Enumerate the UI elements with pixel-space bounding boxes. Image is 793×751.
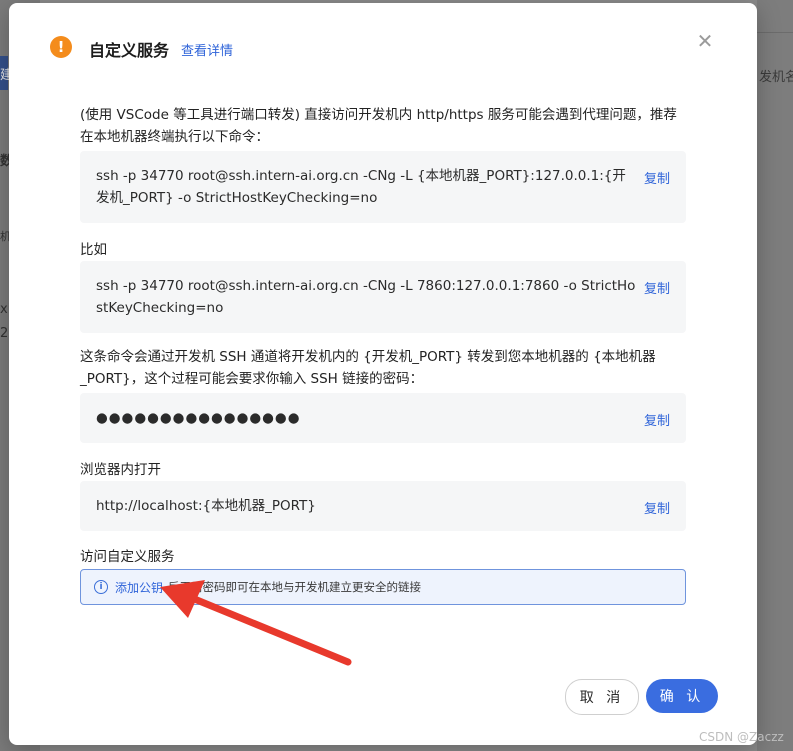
info-icon: i xyxy=(94,580,108,594)
dialog-title: 自定义服务 xyxy=(89,41,170,60)
password-box: ●●●●●●●●●●●●●●●● 复制 xyxy=(80,393,686,443)
browser-url-text: http://localhost:{本地机器_PORT} xyxy=(96,498,316,514)
warning-icon: ! xyxy=(50,36,72,58)
copy-url-button[interactable]: 复制 xyxy=(644,498,670,517)
public-key-info-banner: i 添加公钥 后无需密码即可在本地与开发机建立更安全的链接 xyxy=(80,569,686,605)
example-command-box: ssh -p 34770 root@ssh.intern-ai.org.cn -… xyxy=(80,261,686,333)
watermark: CSDN @Zaczz xyxy=(699,730,784,744)
background-fragment: 发机名 xyxy=(759,70,793,85)
view-details-link[interactable]: 查看详情 xyxy=(181,40,233,59)
copy-password-button[interactable]: 复制 xyxy=(644,410,670,429)
password-text: ●●●●●●●●●●●●●●●● xyxy=(96,410,301,426)
example-label: 比如 xyxy=(80,242,107,258)
custom-service-dialog: ! 自定义服务 查看详情 ✕ (使用 VSCode 等工具进行端口转发) 直接访… xyxy=(9,3,757,745)
cancel-button[interactable]: 取 消 xyxy=(565,679,639,715)
info-text: 后无需密码即可在本地与开发机建立更安全的链接 xyxy=(168,580,421,594)
background-right-panel: 发机名 xyxy=(757,0,793,751)
copy-command-button[interactable]: 复制 xyxy=(644,168,670,187)
browser-label: 浏览器内打开 xyxy=(80,462,161,478)
example-command-text: ssh -p 34770 root@ssh.intern-ai.org.cn -… xyxy=(96,278,636,316)
copy-example-button[interactable]: 复制 xyxy=(644,278,670,297)
command-box: ssh -p 34770 root@ssh.intern-ai.org.cn -… xyxy=(80,151,686,223)
intro-text: (使用 VSCode 等工具进行端口转发) 直接访问开发机内 http/http… xyxy=(80,107,677,145)
command-text: ssh -p 34770 root@ssh.intern-ai.org.cn -… xyxy=(96,168,626,206)
close-icon[interactable]: ✕ xyxy=(695,31,715,51)
background-divider xyxy=(757,32,793,33)
access-label: 访问自定义服务 xyxy=(80,549,175,565)
add-public-key-link[interactable]: 添加公钥 xyxy=(115,579,163,596)
confirm-button[interactable]: 确 认 xyxy=(646,679,718,713)
explain-text: 这条命令会通过开发机 SSH 通道将开发机内的 {开发机_PORT} 转发到您本… xyxy=(80,349,656,387)
browser-url-box: http://localhost:{本地机器_PORT} 复制 xyxy=(80,481,686,531)
